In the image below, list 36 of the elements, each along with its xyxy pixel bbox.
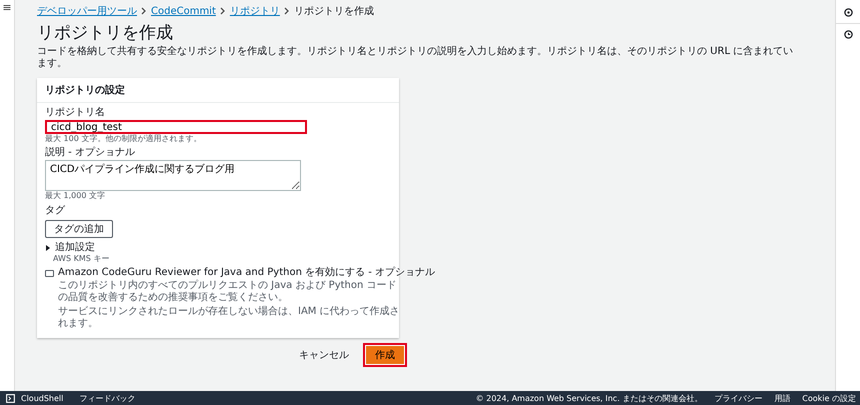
- section-summary: AWS KMS キー: [53, 254, 110, 264]
- create-button[interactable]: 作成: [363, 343, 407, 367]
- footer-link[interactable]: Cookie の設定: [802, 392, 856, 404]
- repository-name-field[interactable]: cicd_blog_test: [45, 120, 307, 134]
- add-tag-button[interactable]: タグの追加: [45, 220, 113, 238]
- footer-link[interactable]: CloudShell: [21, 394, 64, 402]
- breadcrumb-link[interactable]: デベロッパー用ツール: [37, 4, 137, 18]
- footer-link[interactable]: フィードバック: [79, 392, 136, 404]
- info-icon[interactable]: [844, 8, 852, 17]
- additional-settings-toggle[interactable]: 追加設定: [55, 242, 95, 254]
- help-text: このリポジトリ内のすべてのプルリクエストの Java および Python コードの品質を改善するための推奨事項をご覧ください。: [58, 280, 398, 304]
- menu-icon[interactable]: ≡: [2, 2, 12, 14]
- cancel-button[interactable]: キャンセル: [299, 348, 349, 362]
- page-description: コードを格納して共有する安全なリポジトリを作成します。リポジトリ名とリポジトリの説明を入力し始めます。リポジトリ名は、そのリポジトリの URL に含まれています。: [37, 46, 794, 70]
- footer-link[interactable]: プライバシー: [714, 392, 762, 404]
- field-hint: 最大 100 文字。他の制限が適用されます。: [45, 134, 202, 144]
- field-hint: 最大 1,000 文字: [45, 191, 106, 201]
- clock-icon[interactable]: [844, 30, 852, 39]
- description-field[interactable]: CICDパイプライン作成に関するブログ用: [45, 160, 301, 191]
- breadcrumb-link[interactable]: リポジトリ: [230, 4, 280, 18]
- chevron-icon: [284, 7, 290, 15]
- chevron-icon: [141, 7, 147, 15]
- card-title: リポジトリの設定: [37, 78, 399, 103]
- field-label: 説明 - オプショナル: [45, 147, 136, 159]
- breadcrumb-link[interactable]: CodeCommit: [151, 6, 216, 16]
- footer-link[interactable]: 用語: [774, 392, 790, 404]
- breadcrumb-current: リポジトリを作成: [294, 4, 374, 18]
- chevron-icon: [220, 7, 226, 15]
- checkbox-label: Amazon CodeGuru Reviewer for Java and Python を有効にする - オプショナル: [58, 267, 436, 279]
- help-text: サービスにリンクされたロールが存在しない場合は、IAM に代わって作成されます。: [58, 306, 401, 330]
- expand-icon[interactable]: [45, 245, 51, 251]
- copyright-text: © 2024, Amazon Web Services, Inc. またはその関連会社。: [476, 392, 702, 404]
- page-title: リポジトリを作成: [37, 22, 174, 44]
- field-label: タグ: [45, 205, 66, 217]
- codeguru-checkbox[interactable]: [45, 270, 54, 276]
- field-label: リポジトリ名: [45, 107, 106, 119]
